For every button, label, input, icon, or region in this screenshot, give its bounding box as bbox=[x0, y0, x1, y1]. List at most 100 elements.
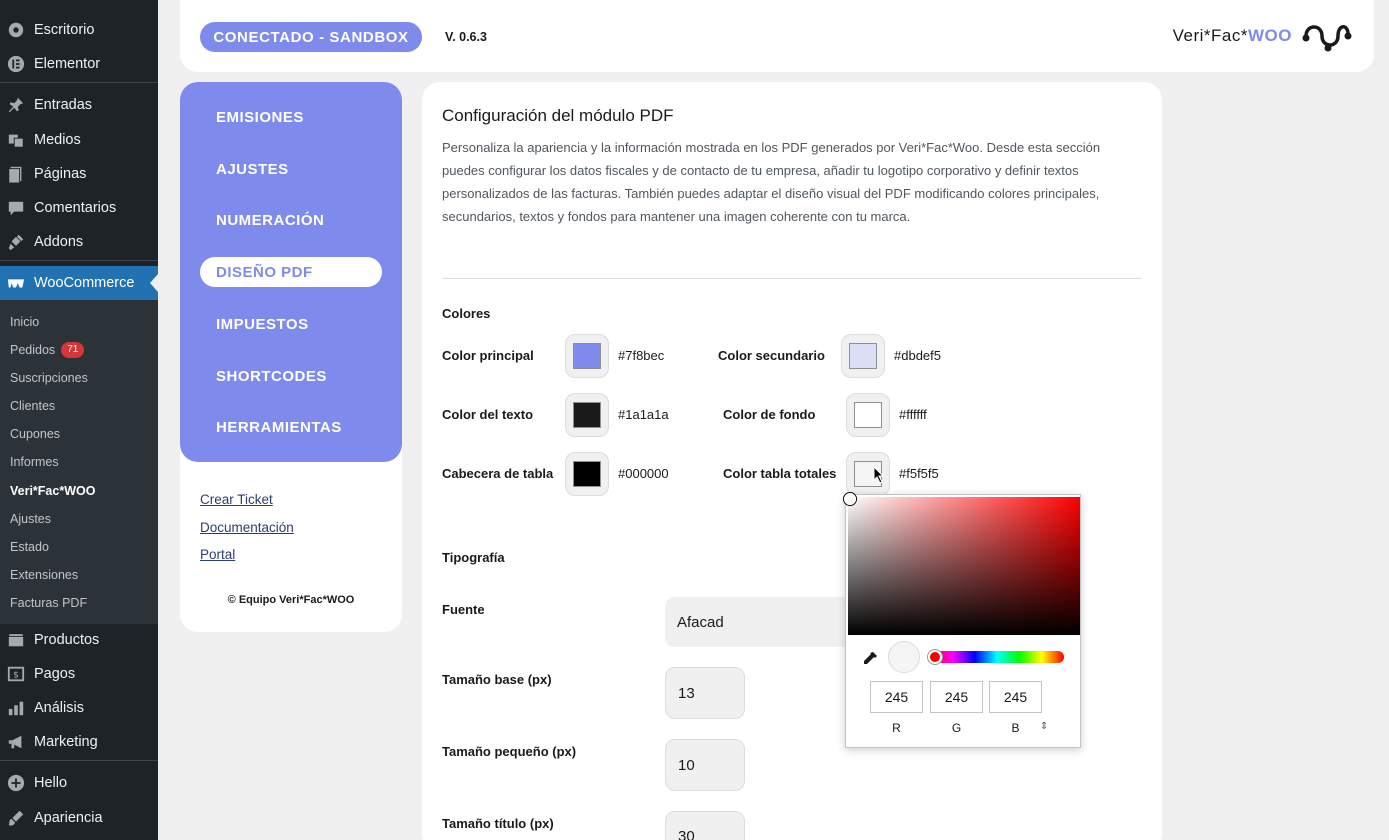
title-size-input[interactable]: 30 bbox=[665, 811, 745, 840]
hue-slider[interactable] bbox=[928, 650, 1064, 664]
color-secundario-swatch[interactable] bbox=[841, 334, 885, 378]
menu-label: Análisis bbox=[34, 700, 84, 716]
eyedropper-icon[interactable] bbox=[862, 651, 878, 667]
payment-icon: $ bbox=[6, 664, 26, 684]
submenu-cupones[interactable]: Cupones bbox=[10, 424, 60, 444]
color-secundario-label: Color secundario bbox=[718, 348, 825, 363]
mode-toggle-icon[interactable]: ⇕ bbox=[1040, 721, 1048, 732]
woocommerce-icon bbox=[6, 273, 26, 293]
page-title: Configuración del módulo PDF bbox=[442, 106, 674, 125]
nav-diseno-pdf[interactable]: DISEÑO PDF bbox=[200, 257, 382, 287]
submenu-pedidos[interactable]: Pedidos 71 bbox=[10, 340, 85, 360]
crear-ticket-link[interactable]: Crear Ticket bbox=[200, 492, 273, 507]
small-size-label: Tamaño pequeño (px) bbox=[442, 744, 577, 759]
base-size-input[interactable]: 13 bbox=[665, 667, 745, 719]
color-fondo-label: Color de fondo bbox=[723, 407, 816, 422]
color-texto-swatch[interactable] bbox=[565, 393, 609, 437]
colors-heading: Colores bbox=[442, 306, 491, 321]
cabecera-tabla-label: Cabecera de tabla bbox=[442, 466, 554, 481]
woocommerce-submenu: Inicio Pedidos 71 Suscripciones Clientes… bbox=[0, 300, 158, 624]
menu-elementor[interactable]: Elementor bbox=[0, 47, 158, 81]
menu-label: Hello bbox=[34, 775, 68, 791]
menu-pagos[interactable]: $ Pagos bbox=[0, 657, 158, 691]
color-picker-popup: 245 245 245 R G B ⇕ bbox=[844, 493, 1081, 748]
submenu-informes[interactable]: Informes bbox=[10, 452, 59, 472]
brand-mark-icon bbox=[1302, 25, 1352, 52]
documentacion-link[interactable]: Documentación bbox=[200, 520, 294, 535]
font-select[interactable]: Afacad bbox=[665, 597, 865, 647]
media-icon bbox=[6, 130, 26, 150]
submenu-estado[interactable]: Estado bbox=[10, 537, 49, 557]
submenu-label: Pedidos bbox=[10, 343, 56, 357]
section-divider bbox=[442, 278, 1142, 279]
menu-separator bbox=[0, 82, 158, 83]
submenu-inicio[interactable]: Inicio bbox=[10, 312, 39, 332]
color-principal-label: Color principal bbox=[442, 348, 534, 363]
brand-suffix: WOO bbox=[1248, 26, 1292, 45]
menu-label: WooCommerce bbox=[34, 275, 135, 291]
menu-woocommerce[interactable]: WooCommerce bbox=[0, 266, 158, 300]
menu-productos[interactable]: Productos bbox=[0, 623, 158, 657]
blue-input[interactable]: 245 bbox=[989, 681, 1042, 713]
menu-analisis[interactable]: Análisis bbox=[0, 691, 158, 725]
menu-paginas[interactable]: Páginas bbox=[0, 157, 158, 191]
menu-addons[interactable]: Addons bbox=[0, 225, 158, 259]
nav-shortcodes[interactable]: SHORTCODES bbox=[200, 361, 382, 391]
paintbrush-icon bbox=[6, 808, 26, 828]
menu-label: Productos bbox=[34, 632, 100, 648]
menu-marketing[interactable]: Marketing bbox=[0, 725, 158, 759]
plus-circle-icon bbox=[6, 773, 26, 793]
menu-label: Escritorio bbox=[34, 22, 95, 38]
saturation-handle[interactable] bbox=[844, 493, 856, 505]
submenu-clientes[interactable]: Clientes bbox=[10, 396, 55, 416]
orders-count-badge: 71 bbox=[61, 342, 85, 358]
menu-separator bbox=[0, 760, 158, 761]
nav-emisiones[interactable]: EMISIONES bbox=[200, 102, 382, 132]
typography-heading: Tipografía bbox=[442, 550, 505, 565]
plugin-nav: EMISIONES AJUSTES NUMERACIÓN DISEÑO PDF … bbox=[180, 82, 402, 462]
pin-icon bbox=[6, 95, 26, 115]
menu-escritorio[interactable]: Escritorio bbox=[0, 13, 158, 47]
plug-icon bbox=[6, 232, 26, 252]
submenu-extensiones[interactable]: Extensiones bbox=[10, 565, 78, 585]
copyright-text: © Equipo Veri*Fac*WOO bbox=[227, 594, 355, 606]
menu-apariencia[interactable]: Apariencia bbox=[0, 801, 158, 835]
wp-admin-sidebar: Escritorio Elementor Entradas Medios Pág… bbox=[0, 0, 158, 840]
elementor-icon bbox=[6, 54, 26, 74]
portal-link[interactable]: Portal bbox=[200, 547, 235, 562]
saturation-area[interactable] bbox=[844, 493, 1080, 635]
nav-ajustes[interactable]: AJUSTES bbox=[200, 154, 382, 184]
menu-comentarios[interactable]: Comentarios bbox=[0, 191, 158, 225]
color-fondo-fill bbox=[854, 402, 882, 428]
nav-impuestos[interactable]: IMPUESTOS bbox=[200, 309, 382, 339]
nav-herramientas[interactable]: HERRAMIENTAS bbox=[200, 412, 382, 442]
hue-handle[interactable] bbox=[928, 650, 942, 664]
cabecera-tabla-fill bbox=[573, 461, 601, 487]
megaphone-icon bbox=[6, 732, 26, 752]
tabla-totales-hex: #f5f5f5 bbox=[899, 466, 939, 481]
submenu-facturas-pdf[interactable]: Facturas PDF bbox=[10, 593, 87, 613]
color-fondo-hex: #ffffff bbox=[899, 407, 927, 422]
color-fondo-swatch[interactable] bbox=[846, 393, 890, 437]
menu-label: Medios bbox=[34, 132, 81, 148]
mouse-cursor-icon bbox=[873, 466, 885, 484]
pages-icon bbox=[6, 164, 26, 184]
cabecera-tabla-swatch[interactable] bbox=[565, 452, 609, 496]
submenu-suscripciones[interactable]: Suscripciones bbox=[10, 368, 88, 388]
nav-numeracion[interactable]: NUMERACIÓN bbox=[200, 205, 382, 235]
color-texto-hex: #1a1a1a bbox=[618, 407, 669, 422]
tabla-totales-label: Color tabla totales bbox=[723, 466, 837, 481]
menu-medios[interactable]: Medios bbox=[0, 123, 158, 157]
color-principal-swatch[interactable] bbox=[565, 334, 609, 378]
menu-hello[interactable]: Hello bbox=[0, 766, 158, 800]
small-size-input[interactable]: 10 bbox=[665, 739, 745, 791]
green-input[interactable]: 245 bbox=[930, 681, 983, 713]
submenu-ajustes[interactable]: Ajustes bbox=[10, 509, 51, 529]
menu-label: Apariencia bbox=[34, 810, 103, 826]
red-input[interactable]: 245 bbox=[870, 681, 923, 713]
menu-label: Entradas bbox=[34, 97, 93, 113]
submenu-verifac[interactable]: Veri*Fac*WOO bbox=[10, 481, 95, 501]
menu-entradas[interactable]: Entradas bbox=[0, 88, 158, 122]
menu-label: Elementor bbox=[34, 56, 101, 72]
color-texto-label: Color del texto bbox=[442, 407, 534, 422]
